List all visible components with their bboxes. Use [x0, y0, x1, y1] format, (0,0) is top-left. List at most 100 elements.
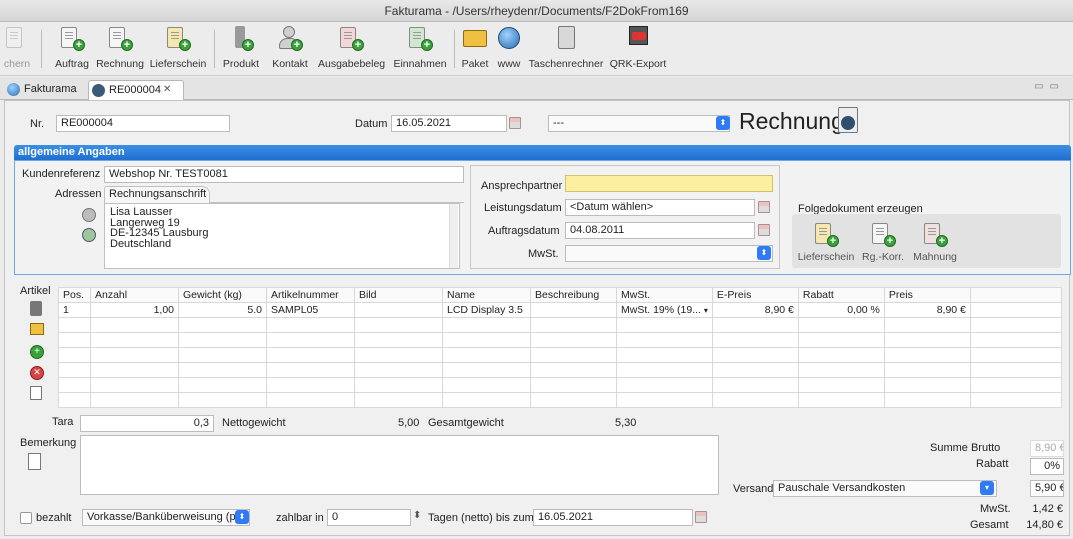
text-template-icon[interactable]: [28, 453, 41, 470]
cell-pos[interactable]: 1: [58, 302, 91, 318]
calendar-icon[interactable]: [695, 511, 707, 523]
remarks-textarea[interactable]: [80, 435, 719, 495]
adressen-label: Adressen: [55, 188, 102, 200]
cell-epreis[interactable]: 8,90 €: [711, 302, 799, 318]
column-header[interactable]: Bild: [354, 287, 443, 303]
column-header[interactable]: Gewicht (kg): [178, 287, 267, 303]
table-row[interactable]: [58, 392, 1063, 408]
cell-anzahl[interactable]: 1,00: [90, 302, 179, 318]
table-row[interactable]: [58, 377, 1063, 393]
create-dunning-button[interactable]: + Mahnung: [910, 220, 960, 270]
general-section-header[interactable]: allgemeine Angaben: [14, 145, 1071, 160]
delivery-note-icon: +: [812, 220, 840, 248]
new-contact-button[interactable]: + Kontakt: [266, 24, 314, 74]
column-header[interactable]: Beschreibung: [530, 287, 617, 303]
calendar-icon[interactable]: [509, 117, 521, 129]
status-select[interactable]: ---: [548, 115, 730, 132]
create-correction-button[interactable]: + Rg.-Korr.: [860, 220, 906, 270]
cell-gewicht[interactable]: 5.0: [178, 302, 267, 318]
datum-field[interactable]: 16.05.2021: [391, 115, 507, 132]
payment-method-select[interactable]: Vorkasse/Banküberweisung (pre: [82, 509, 250, 526]
nr-field[interactable]: RE000004: [56, 115, 230, 132]
kundenreferenz-field[interactable]: Webshop Nr. TEST0081: [104, 166, 464, 183]
tab-fakturama[interactable]: Fakturama: [4, 80, 86, 100]
address-scrollbar[interactable]: [449, 204, 458, 268]
column-header[interactable]: E-Preis: [711, 287, 799, 303]
column-header[interactable]: Rabatt: [797, 287, 885, 303]
cell-name[interactable]: LCD Display 3.5: [442, 302, 531, 318]
cell-beschreibung[interactable]: [530, 302, 617, 318]
column-header[interactable]: MwSt.: [616, 287, 713, 303]
create-delivery-note-button[interactable]: + Lieferschein: [796, 220, 856, 270]
tara-label: Tara: [52, 416, 74, 428]
tara-field[interactable]: 0,3: [80, 415, 214, 432]
new-product-button[interactable]: + Produkt: [220, 24, 262, 74]
bezahlt-checkbox[interactable]: [20, 512, 32, 524]
chevron-down-icon[interactable]: ⬍: [235, 510, 249, 524]
rabatt-field[interactable]: 0%: [1030, 458, 1064, 475]
cell-rabatt[interactable]: 0,00 %: [797, 302, 885, 318]
zahlbar-days-field[interactable]: 0: [327, 509, 411, 526]
gesamt-label: Gesamt: [970, 519, 1009, 531]
cell-artikelnummer[interactable]: SAMPL05: [266, 302, 355, 318]
new-contact-icon[interactable]: [82, 228, 96, 242]
new-income-button[interactable]: + Einnahmen: [392, 24, 448, 74]
column-header[interactable]: Preis: [883, 287, 971, 303]
datum-label: Datum: [355, 118, 388, 130]
cell-bild[interactable]: [354, 302, 443, 318]
address-tab-rechnungsanschrift[interactable]: Rechnungsanschrift: [104, 186, 210, 203]
gesamt-value: 14,80 €: [1026, 519, 1063, 531]
new-expense-button[interactable]: + Ausgabebeleg: [318, 24, 385, 74]
versand-amount-field[interactable]: 5,90 €: [1030, 480, 1064, 497]
items-table[interactable]: Pos. Anzahl Gewicht (kg) Artikelnummer B…: [58, 287, 1063, 408]
calculator-icon: [552, 24, 580, 52]
chevron-down-icon[interactable]: ⬍: [757, 246, 771, 260]
address-text[interactable]: Lisa Lausser Langerweg 19 DE-12345 Lausb…: [104, 203, 460, 269]
product-select-icon[interactable]: [30, 301, 42, 316]
window-title: Fakturama - /Users/rheydenr/Documents/F2…: [0, 0, 1073, 22]
stepper-icon[interactable]: ⬍: [413, 510, 421, 521]
kundenreferenz-label: Kundenreferenz: [22, 168, 101, 180]
save-button[interactable]: chern: [0, 24, 34, 74]
calculator-button[interactable]: Taschenrechner: [528, 24, 604, 74]
leistungsdatum-field[interactable]: <Datum wählen>: [565, 199, 755, 216]
versand-select[interactable]: Pauschale Versandkosten: [773, 480, 997, 497]
calendar-icon[interactable]: [758, 224, 770, 236]
chevron-down-icon[interactable]: ⬍: [716, 116, 730, 130]
new-delivery-note-button[interactable]: + Lieferschein: [148, 24, 208, 74]
delete-row-icon[interactable]: ✕: [30, 366, 44, 380]
calendar-icon[interactable]: [758, 201, 770, 213]
globe-icon: [7, 83, 20, 96]
tab-re000004[interactable]: RE000004 ✕: [88, 80, 184, 100]
ansprechpartner-field[interactable]: [565, 175, 773, 192]
add-product-icon[interactable]: [30, 323, 44, 335]
www-button[interactable]: www: [494, 24, 524, 74]
dropdown-icon[interactable]: ▾: [704, 306, 708, 315]
table-row[interactable]: [58, 347, 1063, 363]
gesamtgewicht-value: 5,30: [615, 417, 637, 429]
minimize-maximize-icon[interactable]: ▭▭: [1034, 81, 1065, 92]
column-header[interactable]: Name: [442, 287, 531, 303]
copy-row-icon[interactable]: [30, 386, 42, 400]
table-row[interactable]: [58, 317, 1063, 333]
table-row[interactable]: [58, 362, 1063, 378]
due-date-field[interactable]: 16.05.2021: [533, 509, 693, 526]
artikel-label: Artikel: [20, 285, 51, 297]
close-icon[interactable]: ✕: [163, 81, 171, 99]
column-header[interactable]: Anzahl: [90, 287, 179, 303]
column-header[interactable]: Pos.: [58, 287, 91, 303]
column-header[interactable]: Artikelnummer: [266, 287, 355, 303]
table-row[interactable]: 1 1,00 5.0 SAMPL05 LCD Display 3.5 MwSt.…: [58, 302, 1063, 318]
mwst-select[interactable]: [565, 245, 773, 262]
cell-mwst[interactable]: MwSt. 19% (19... ▾: [616, 302, 713, 318]
parcel-button[interactable]: Paket: [458, 24, 492, 74]
cell-preis[interactable]: 8,90 €: [883, 302, 971, 318]
new-invoice-button[interactable]: + Rechnung: [96, 24, 144, 74]
new-order-button[interactable]: + Auftrag: [52, 24, 92, 74]
chevron-down-icon[interactable]: ▾: [980, 481, 994, 495]
add-row-icon[interactable]: +: [30, 345, 44, 359]
contact-select-icon[interactable]: [82, 208, 96, 222]
qrk-export-button[interactable]: QRK-Export: [608, 24, 668, 74]
table-row[interactable]: [58, 332, 1063, 348]
auftragsdatum-field[interactable]: 04.08.2011: [565, 222, 755, 239]
